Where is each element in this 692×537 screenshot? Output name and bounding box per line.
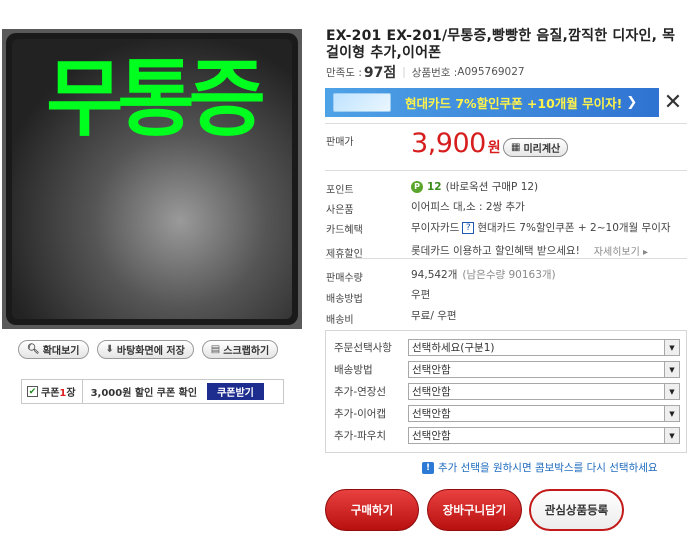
add-to-wishlist-button[interactable]: 관심상품등록: [529, 489, 624, 531]
pre-calculate-label: 미리계산: [523, 144, 561, 155]
option-label: 추가-연장선: [334, 386, 387, 398]
point-label: 포인트: [326, 185, 354, 196]
interest-free-card[interactable]: 무이자카드: [411, 220, 459, 235]
option-notice-text: 추가 선택을 원하시면 콤보박스를 다시 선택하세요: [438, 462, 658, 474]
price-amount: 3,900: [411, 128, 486, 159]
product-number-label: 상품번호 :: [411, 66, 458, 79]
card-promo-banner[interactable]: 현대카드 7%할인쿠폰 +10개월 무이자! ❯ ✕: [325, 88, 687, 117]
sold-quantity-label: 판매수량: [326, 273, 363, 284]
help-icon[interactable]: ?: [462, 221, 475, 234]
option-row: 추가-이어캡 선택안함 ▼: [326, 404, 686, 423]
satisfaction-label: 만족도 :: [326, 66, 362, 79]
image-button-group: 🔍︎ 확대보기 ⬇ 바탕화면에 저장 ▤ 스크랩하기: [18, 340, 279, 359]
option-select[interactable]: 선택안함 ▼: [408, 383, 680, 400]
magnifier-icon: 🔍︎: [27, 344, 40, 355]
coupon-count: 쿠폰1장: [41, 388, 76, 399]
banner-text: 현대카드 7%할인쿠폰 +10개월 무이자!: [405, 96, 623, 111]
save-wallpaper-button[interactable]: ⬇ 바탕화면에 저장: [96, 340, 194, 359]
dropdown-arrow-icon[interactable]: ▼: [664, 384, 679, 399]
credit-card-icon: [333, 93, 391, 112]
option-select[interactable]: 선택안함 ▼: [408, 405, 680, 422]
product-title: EX-201 EX-201/무통증,빵빵한 음질,깜직한 디자인, 목걸이형 추…: [326, 28, 676, 61]
dropdown-arrow-icon[interactable]: ▼: [664, 362, 679, 377]
option-row: 배송방법 선택안함 ▼: [326, 360, 686, 379]
meta-divider: |: [402, 66, 406, 78]
shipping-method-value: 우편: [411, 289, 431, 301]
card-benefit-text: 현대카드 7%할인쿠폰 + 2~10개월 무이자: [477, 222, 671, 234]
gift-value: 이어피스 대,소 : 2쌍 추가: [411, 201, 525, 213]
calculator-icon: ▦: [511, 142, 521, 153]
sold-quantity-value: 94,542개 (남은수량 90163개): [411, 267, 556, 282]
scrap-label: 스크랩하기: [223, 346, 270, 357]
chevron-right-icon: ❯: [626, 95, 638, 110]
product-meta: 만족도 : 97점 | 상품번호 : A095769027: [326, 62, 525, 82]
coupon-box: ✔ 쿠폰1장 3,000원 할인 쿠폰 확인 쿠폰받기: [21, 379, 284, 404]
buy-button[interactable]: 구매하기: [325, 489, 419, 531]
remaining-quantity: (남은수량 90163개): [462, 269, 556, 281]
option-label: 배송방법: [334, 364, 373, 376]
option-label: 주문선택사항: [334, 342, 392, 354]
satisfaction-score: 97점: [363, 65, 397, 81]
close-icon[interactable]: ✕: [659, 88, 687, 117]
options-panel: 주문선택사항 선택하세요(구분1) ▼ 배송방법 선택안함 ▼ 추가-연장선 선택안…: [325, 330, 687, 453]
zoom-button[interactable]: 🔍︎ 확대보기: [18, 340, 89, 359]
sold-quantity: 94,542개: [411, 269, 458, 281]
info-icon: !: [422, 461, 434, 474]
zoom-label: 확대보기: [42, 346, 80, 357]
download-icon: ⬇: [105, 344, 114, 355]
coupon-checkbox[interactable]: ✔: [27, 386, 38, 397]
price-label: 판매가: [326, 137, 354, 148]
coupon-divider: [81, 380, 83, 403]
more-details-link[interactable]: 자세히보기 ▸: [594, 243, 648, 258]
option-row: 추가-파우치 선택안함 ▼: [326, 426, 686, 445]
sale-price: 3,900 원: [411, 128, 501, 159]
point-icon: P: [411, 180, 423, 193]
option-select[interactable]: 선택안함 ▼: [408, 427, 680, 444]
product-image[interactable]: 무통증: [2, 29, 302, 329]
option-select[interactable]: 선택안함 ▼: [408, 361, 680, 378]
divider: [325, 123, 687, 124]
add-to-cart-button[interactable]: 장바구니담기: [427, 489, 522, 531]
option-row: 주문선택사항 선택하세요(구분1) ▼: [326, 338, 686, 357]
shipping-method-label: 배송방법: [326, 294, 363, 305]
scrap-button[interactable]: ▤ 스크랩하기: [201, 340, 279, 359]
point-text: (바로옥션 구매P 12): [445, 181, 539, 193]
option-notice: ! 추가 선택을 원하시면 콤보박스를 다시 선택하세요: [422, 460, 658, 475]
card-benefit-label: 카드혜택: [326, 225, 363, 236]
divider: [325, 258, 687, 259]
shipping-fee-label: 배송비: [326, 315, 354, 326]
partner-discount-value: 롯데카드 이용하고 할인혜택 받으세요! 자세히보기 ▸: [411, 243, 648, 258]
option-select[interactable]: 선택하세요(구분1) ▼: [408, 339, 680, 356]
dropdown-arrow-icon[interactable]: ▼: [664, 340, 679, 355]
partner-discount-text: 롯데카드 이용하고 할인혜택 받으세요!: [411, 245, 580, 257]
dropdown-arrow-icon[interactable]: ▼: [664, 406, 679, 421]
dropdown-arrow-icon[interactable]: ▼: [664, 428, 679, 443]
option-label: 추가-파우치: [334, 430, 387, 442]
pre-calculate-button[interactable]: ▦ 미리계산: [503, 138, 569, 157]
divider: [325, 170, 687, 171]
point-number: 12: [427, 180, 442, 193]
product-number: A095769027: [457, 66, 525, 78]
card-benefit-value: 무이자카드 ? 현대카드 7%할인쿠폰 + 2~10개월 무이자: [411, 220, 671, 235]
get-coupon-button[interactable]: 쿠폰받기: [207, 383, 264, 400]
gift-label: 사은품: [326, 205, 354, 216]
point-value: P 12 (바로옥션 구매P 12): [411, 179, 538, 194]
coupon-description: 3,000원 할인 쿠폰 확인: [90, 388, 198, 399]
scrap-icon: ▤: [210, 344, 221, 355]
image-overlay-text: 무통증: [46, 50, 266, 148]
save-wallpaper-label: 바탕화면에 저장: [116, 346, 185, 357]
price-unit: 원: [487, 140, 501, 156]
shipping-fee-value: 무료/ 우편: [411, 310, 457, 322]
option-row: 추가-연장선 선택안함 ▼: [326, 382, 686, 401]
option-label: 추가-이어캡: [334, 408, 387, 420]
